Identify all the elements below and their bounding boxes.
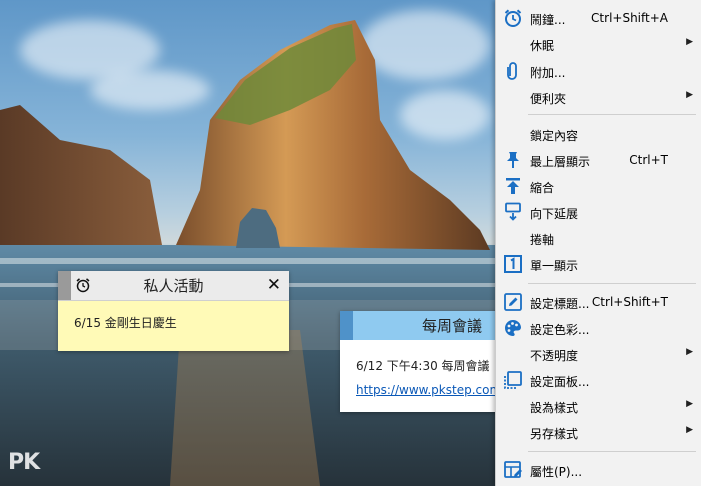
- panel-icon: [503, 370, 523, 390]
- note-header[interactable]: 私人活動 ✕: [58, 271, 289, 301]
- menu-item-label: 縮合: [530, 181, 555, 195]
- note-grip[interactable]: [340, 311, 353, 340]
- context-menu[interactable]: 鬧鐘... Ctrl+Shift+A 休眠 ▶ 附加... 便利夾 ▶ 鎖定內容: [495, 0, 701, 486]
- menu-item-set-panel[interactable]: 設定面板...: [496, 367, 701, 393]
- menu-item-label: 鎖定內容: [530, 129, 579, 143]
- menu-item-save-style[interactable]: 另存樣式 ▶: [496, 419, 701, 445]
- menu-item-label: 鬧鐘...: [530, 13, 566, 27]
- menu-item-label: 另存樣式: [530, 427, 579, 441]
- submenu-arrow-icon: ▶: [686, 399, 693, 409]
- menu-separator: [528, 283, 696, 284]
- note-link[interactable]: https://www.pkstep.com: [356, 378, 501, 402]
- single-view-icon: [503, 254, 523, 274]
- alarm-clock-icon: [503, 8, 523, 28]
- menu-item-shortcut: Ctrl+Shift+T: [591, 295, 668, 309]
- menu-separator: [528, 451, 696, 452]
- submenu-arrow-icon: ▶: [686, 37, 693, 47]
- menu-item-apply-style[interactable]: 設為樣式 ▶: [496, 393, 701, 419]
- menu-item-collapse[interactable]: 縮合: [496, 173, 701, 199]
- pk-watermark-logo: PK: [8, 450, 40, 475]
- note-body[interactable]: 6/15 金剛生日慶生: [58, 301, 289, 344]
- menu-item-always-on-top[interactable]: 最上層顯示 Ctrl+T: [496, 147, 701, 173]
- menu-item-label: 捲軸: [530, 233, 555, 247]
- sticky-note-private[interactable]: 私人活動 ✕ 6/15 金剛生日慶生: [58, 271, 289, 351]
- collapse-up-icon: [503, 176, 523, 196]
- menu-item-label: 單一顯示: [530, 259, 579, 273]
- close-icon[interactable]: ✕: [267, 276, 281, 294]
- note-title: 私人活動: [143, 277, 204, 295]
- menu-item-label: 最上層顯示: [530, 155, 591, 169]
- menu-item-attach[interactable]: 附加...: [496, 58, 701, 84]
- menu-item-scrollbar[interactable]: 捲軸: [496, 225, 701, 251]
- edit-pencil-icon: [503, 292, 523, 312]
- menu-separator: [528, 114, 696, 115]
- menu-item-sleep[interactable]: 休眠 ▶: [496, 31, 701, 57]
- pin-icon: [503, 150, 523, 170]
- submenu-arrow-icon: ▶: [686, 347, 693, 357]
- paperclip-icon: [503, 61, 523, 81]
- note-body[interactable]: 6/12 下午4:30 每周會議 https://www.pkstep.com: [340, 340, 510, 402]
- menu-item-set-color[interactable]: 設定色彩...: [496, 315, 701, 341]
- note-grip[interactable]: [58, 271, 71, 300]
- menu-item-expand-down[interactable]: 向下延展: [496, 199, 701, 225]
- properties-icon: [503, 460, 523, 480]
- menu-item-label: 附加...: [530, 66, 566, 80]
- menu-item-label: 向下延展: [530, 207, 579, 221]
- menu-item-label: 不透明度: [530, 349, 579, 363]
- menu-item-label: 屬性(P)...: [530, 465, 583, 479]
- menu-item-clip[interactable]: 便利夾 ▶: [496, 84, 701, 110]
- sticky-note-meeting[interactable]: 每周會議 6/12 下午4:30 每周會議 https://www.pkstep…: [340, 311, 510, 412]
- menu-item-label: 便利夾: [530, 92, 567, 106]
- expand-down-icon: [503, 202, 523, 222]
- note-title: 每周會議: [422, 317, 483, 335]
- menu-item-opacity[interactable]: 不透明度 ▶: [496, 341, 701, 367]
- menu-item-shortcut: Ctrl+Shift+A: [591, 11, 668, 25]
- menu-item-label: 設定標題...: [530, 297, 590, 311]
- submenu-arrow-icon: ▶: [686, 425, 693, 435]
- note-body-line: 6/12 下午4:30 每周會議: [356, 359, 490, 373]
- menu-item-label: 休眠: [530, 39, 555, 53]
- menu-item-lock-content[interactable]: 鎖定內容: [496, 121, 701, 147]
- alarm-icon[interactable]: [75, 277, 91, 293]
- menu-item-label: 設為樣式: [530, 401, 579, 415]
- menu-item-label: 設定色彩...: [530, 323, 590, 337]
- menu-item-alarm[interactable]: 鬧鐘... Ctrl+Shift+A: [496, 5, 701, 31]
- menu-item-label: 設定面板...: [530, 375, 590, 389]
- menu-item-shortcut: Ctrl+T: [629, 153, 668, 167]
- menu-item-set-title[interactable]: 設定標題... Ctrl+Shift+T: [496, 289, 701, 315]
- palette-icon: [503, 318, 523, 338]
- note-header[interactable]: 每周會議: [340, 311, 510, 340]
- menu-item-single-view[interactable]: 單一顯示: [496, 251, 701, 277]
- menu-item-properties[interactable]: 屬性(P)...: [496, 457, 701, 483]
- submenu-arrow-icon: ▶: [686, 90, 693, 100]
